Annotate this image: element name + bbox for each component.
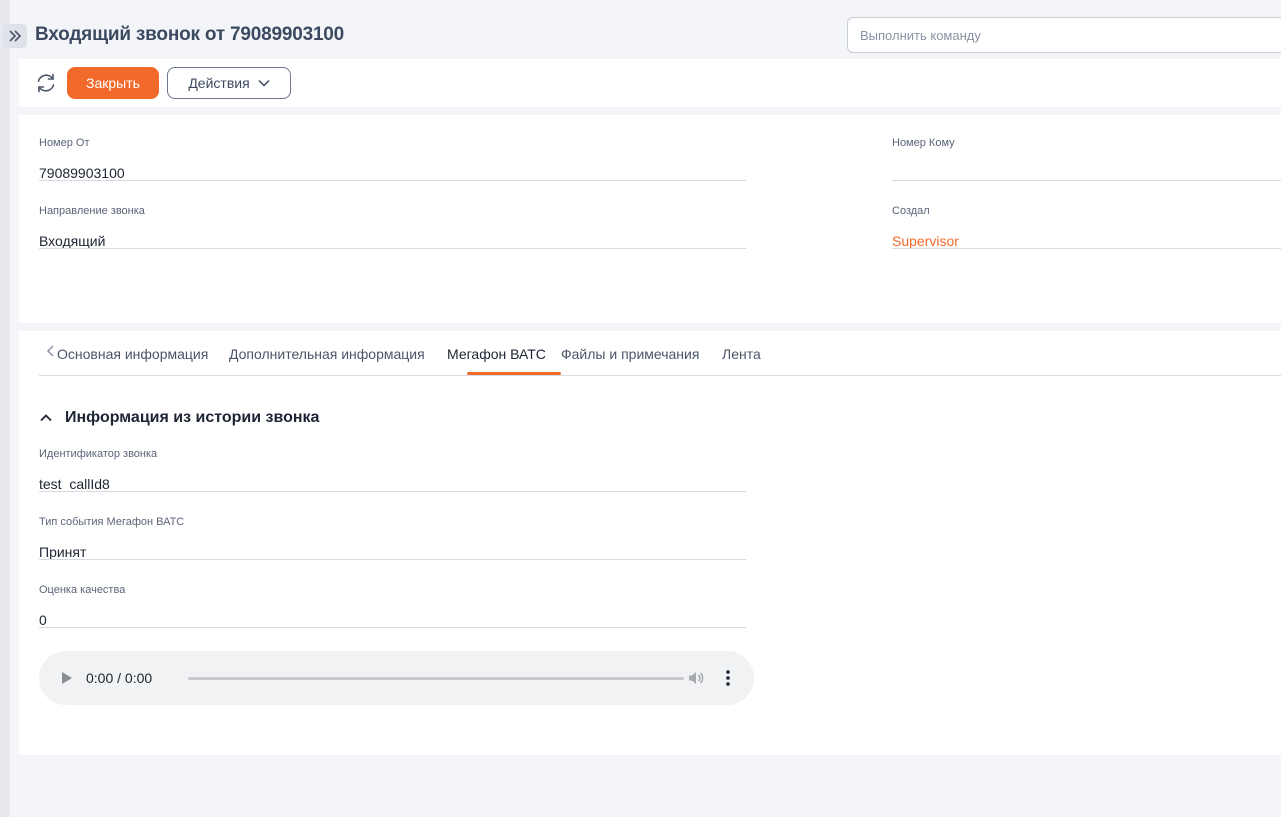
field-label: Создал <box>892 205 930 217</box>
field-from-number: Номер От 79089903100 <box>39 137 746 185</box>
field-value[interactable]: test_callId8 <box>39 476 746 496</box>
section-header[interactable]: Информация из истории звонка <box>39 409 319 427</box>
field-label: Оценка качества <box>39 584 126 596</box>
refresh-icon[interactable] <box>34 71 58 95</box>
field-call-id: Идентификатор звонка test_callId8 <box>39 448 746 496</box>
tab-feed[interactable]: Лента <box>722 346 761 362</box>
field-direction: Направление звонка Входящий <box>39 205 746 253</box>
expand-sidebar-button[interactable] <box>3 24 27 48</box>
tab-files-notes[interactable]: Файлы и примечания <box>561 346 699 362</box>
created-by-link[interactable]: Supervisor <box>892 233 1281 253</box>
field-value[interactable] <box>892 165 1281 185</box>
more-options-icon[interactable] <box>723 669 733 687</box>
close-button[interactable]: Закрыть <box>67 67 159 99</box>
field-label: Номер От <box>39 137 90 149</box>
field-label: Идентификатор звонка <box>39 448 158 460</box>
page-title: Входящий звонок от 79089903100 <box>35 24 345 45</box>
chevron-down-icon <box>258 79 270 87</box>
left-rail <box>0 0 10 817</box>
tab-additional-info[interactable]: Дополнительная информация <box>229 346 425 362</box>
volume-icon[interactable] <box>687 669 705 687</box>
field-created-by: Создал Supervisor <box>892 205 1281 253</box>
chevron-left-icon[interactable] <box>45 343 57 359</box>
toolbar: Закрыть Действия <box>19 59 1281 107</box>
field-value[interactable]: 0 <box>39 612 746 632</box>
tab-main-info[interactable]: Основная информация <box>57 346 208 362</box>
field-event-type: Тип события Мегафон ВАТС Принят <box>39 516 746 564</box>
field-label: Направление звонка <box>39 205 145 217</box>
field-value[interactable]: 79089903100 <box>39 165 746 185</box>
chevron-up-icon[interactable] <box>39 411 53 425</box>
double-chevron-right-icon <box>9 30 22 42</box>
field-quality-rating: Оценка качества 0 <box>39 584 746 632</box>
tab-megafon-vats[interactable]: Мегафон ВАТС <box>447 346 546 362</box>
field-to-number: Номер Кому <box>892 137 1281 185</box>
field-label: Номер Кому <box>892 137 955 149</box>
command-input[interactable] <box>847 17 1281 53</box>
field-value[interactable]: Принят <box>39 544 746 564</box>
details-card: Номер От 79089903100 Номер Кому Направле… <box>19 115 1281 323</box>
active-tab-indicator <box>467 372 561 375</box>
tabs-card: Основная информация Дополнительная инфор… <box>19 331 1281 755</box>
audio-player: 0:00 / 0:00 <box>39 651 754 705</box>
field-value[interactable]: Входящий <box>39 233 746 253</box>
audio-time: 0:00 / 0:00 <box>86 670 153 686</box>
actions-label: Действия <box>188 75 250 91</box>
tab-bar: Основная информация Дополнительная инфор… <box>39 331 1281 376</box>
section-title: Информация из истории звонка <box>65 409 320 426</box>
actions-dropdown-button[interactable]: Действия <box>167 67 291 99</box>
play-icon[interactable] <box>61 671 73 685</box>
audio-progress-slider[interactable] <box>188 677 684 680</box>
field-label: Тип события Мегафон ВАТС <box>39 516 185 528</box>
